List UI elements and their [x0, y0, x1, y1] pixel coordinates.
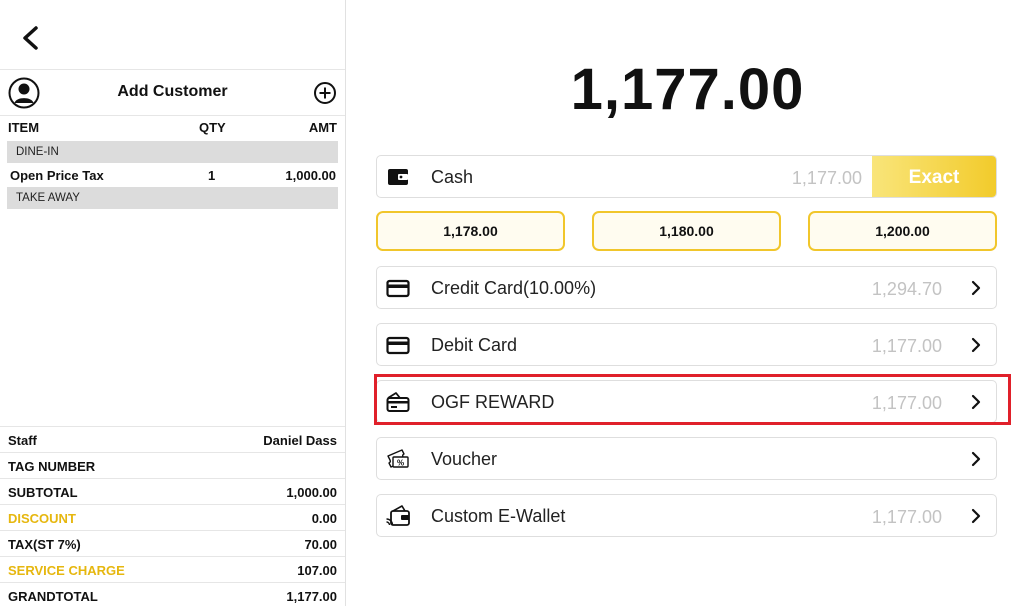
summary-discount[interactable]: DISCOUNT 0.00 — [0, 504, 345, 531]
tax-value: 70.00 — [304, 537, 337, 552]
summary-tax: TAX(ST 7%) 70.00 — [0, 530, 345, 557]
summary-grandtotal: GRANDTOTAL 1,177.00 — [0, 582, 345, 609]
staff-value: Daniel Dass — [263, 433, 337, 448]
subtotal-value: 1,000.00 — [286, 485, 337, 500]
tax-label: TAX(ST 7%) — [8, 537, 81, 552]
service-charge-value: 107.00 — [297, 563, 337, 578]
wallet-icon — [388, 169, 408, 185]
column-qty-header: QTY — [199, 120, 226, 135]
subtotal-label: SUBTOTAL — [8, 485, 78, 500]
ewallet-icon — [386, 505, 410, 526]
discount-value: 0.00 — [311, 511, 337, 526]
summary-tag-number[interactable]: TAG NUMBER — [0, 452, 345, 479]
staff-label: Staff — [8, 433, 37, 448]
order-panel: Add Customer ITEM QTY AMT DINE-IN Open P… — [0, 0, 346, 606]
grandtotal-label: GRANDTOTAL — [8, 589, 98, 604]
quick-amount-button[interactable]: 1,178.00 — [376, 211, 565, 251]
column-amt-header: AMT — [308, 120, 337, 135]
svg-text:%: % — [397, 459, 404, 468]
payment-method-amount: 1,177.00 — [871, 336, 942, 356]
chevron-right-icon — [971, 508, 981, 524]
cash-label: Cash — [431, 167, 474, 187]
item-amount: 1,000.00 — [285, 168, 336, 183]
column-item-header: ITEM — [8, 120, 40, 135]
summary-service-charge[interactable]: SERVICE CHARGE 107.00 — [0, 556, 345, 583]
exact-button[interactable]: Exact — [872, 156, 996, 197]
chevron-right-icon — [971, 451, 981, 467]
payment-method-amount: 1,294.70 — [871, 279, 942, 299]
section-header-take-away: TAKE AWAY — [7, 187, 338, 209]
payment-method-label: Voucher — [431, 449, 498, 469]
item-name[interactable]: Open Price Tax — [10, 168, 104, 183]
payment-method-voucher[interactable]: % Voucher — [376, 437, 997, 480]
grandtotal-value: 1,177.00 — [286, 589, 337, 604]
tag-number-label: TAG NUMBER — [8, 459, 96, 474]
discount-label[interactable]: DISCOUNT — [8, 511, 76, 526]
chevron-right-icon — [971, 280, 981, 296]
cash-row[interactable]: Cash 1,177.00 Exact — [376, 155, 997, 198]
quick-amount-button[interactable]: 1,200.00 — [808, 211, 997, 251]
summary-subtotal: SUBTOTAL 1,000.00 — [0, 478, 345, 505]
credit-card-icon — [386, 279, 410, 298]
payment-method-debit-card[interactable]: Debit Card 1,177.00 — [376, 323, 997, 366]
service-charge-label[interactable]: SERVICE CHARGE — [8, 563, 125, 578]
payment-method-label: Credit Card(10.00%) — [431, 278, 597, 298]
add-customer-row[interactable]: Add Customer — [0, 69, 345, 116]
cash-amount: 1,177.00 — [791, 168, 862, 188]
chevron-right-icon — [971, 337, 981, 353]
add-customer-label: Add Customer — [117, 83, 228, 100]
payment-total: 1,177.00 — [570, 57, 805, 122]
add-circle-icon[interactable] — [313, 81, 337, 105]
debit-card-icon — [386, 336, 410, 355]
quick-amount-button[interactable]: 1,180.00 — [592, 211, 781, 251]
back-arrow-icon[interactable] — [12, 20, 48, 56]
payment-method-credit-card[interactable]: Credit Card(10.00%) 1,294.70 — [376, 266, 997, 309]
item-qty: 1 — [208, 168, 216, 183]
payment-method-custom-ewallet[interactable]: Custom E-Wallet 1,177.00 — [376, 494, 997, 537]
payment-method-label: Custom E-Wallet — [431, 506, 566, 526]
payment-method-amount: 1,177.00 — [871, 507, 942, 527]
highlight-box — [374, 374, 1011, 425]
summary-staff: Staff Daniel Dass — [0, 426, 345, 453]
payment-method-label: Debit Card — [431, 335, 518, 355]
section-header-dine-in: DINE-IN — [7, 141, 338, 163]
voucher-icon: % — [387, 449, 409, 468]
